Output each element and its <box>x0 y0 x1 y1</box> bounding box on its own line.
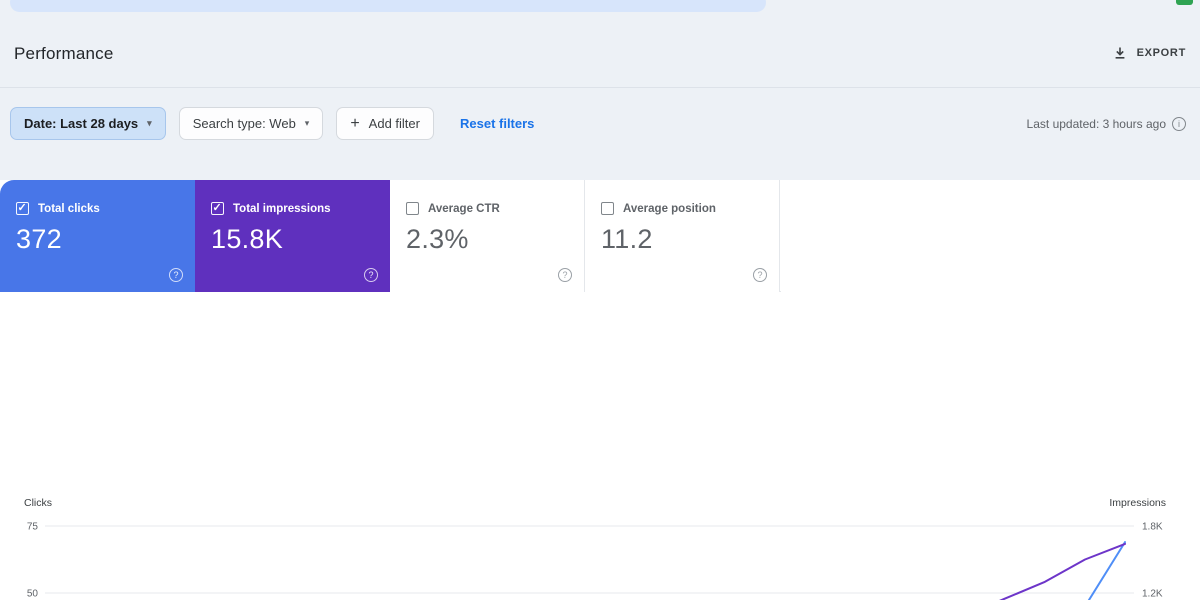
metric-value: 372 <box>16 224 62 254</box>
metric-card-average-position[interactable]: Average position 11.2 <box>585 180 780 292</box>
metric-label: Average CTR <box>428 202 500 215</box>
header-divider <box>0 87 1200 88</box>
performance-page: Performance EXPORT Date: Last 28 days ▾ … <box>0 0 1200 600</box>
svg-text:50: 50 <box>27 589 39 600</box>
card-label-row: Average CTR <box>406 202 568 215</box>
svg-text:75: 75 <box>27 522 39 533</box>
svg-text:Clicks: Clicks <box>24 497 52 509</box>
performance-chart-area: 0025600501.2K751.8KClicksImpressions11/1… <box>0 490 1200 600</box>
add-filter-button[interactable]: Add filter <box>336 107 434 140</box>
help-icon[interactable] <box>364 268 378 282</box>
help-icon[interactable] <box>558 268 572 282</box>
export-button[interactable]: EXPORT <box>1113 46 1186 60</box>
card-label-row: Average position <box>601 202 763 215</box>
chevron-down-icon: ▾ <box>304 118 310 128</box>
search-type-label: Search type: Web <box>192 116 296 131</box>
total-clicks-checkbox[interactable] <box>16 201 29 215</box>
metric-value: 2.3% <box>406 224 469 254</box>
page-header: Performance EXPORT Date: Last 28 days ▾ … <box>0 0 1200 180</box>
download-icon <box>1113 46 1127 60</box>
date-filter-label: Date: Last 28 days <box>24 116 139 131</box>
card-label-row: Total clicks <box>16 201 179 215</box>
metric-value: 15.8K <box>211 224 284 254</box>
metric-label: Total impressions <box>233 202 331 215</box>
page-title: Performance <box>14 44 114 63</box>
performance-chart[interactable]: 0025600501.2K751.8KClicksImpressions11/1… <box>0 490 1200 600</box>
average-position-checkbox[interactable] <box>601 202 614 215</box>
card-label-row: Total impressions <box>211 201 374 215</box>
metric-label: Total clicks <box>38 202 100 215</box>
help-icon[interactable] <box>753 268 767 282</box>
help-icon[interactable] <box>169 268 183 282</box>
svg-text:1.8K: 1.8K <box>1142 522 1163 533</box>
svg-text:Impressions: Impressions <box>1109 497 1166 509</box>
green-icon-fragment <box>1176 0 1193 5</box>
last-updated-status: Last updated: 3 hours ago <box>1026 116 1186 131</box>
search-type-filter-chip[interactable]: Search type: Web ▾ <box>178 107 324 140</box>
info-icon[interactable] <box>1172 116 1186 131</box>
content-sheet: Total clicks 372 Total impressions 15.8K… <box>0 180 1200 600</box>
top-bar-pill-fragment <box>10 0 766 12</box>
metric-cards-row: Total clicks 372 Total impressions 15.8K… <box>0 180 781 292</box>
last-updated-text: Last updated: 3 hours ago <box>1026 116 1166 131</box>
date-filter-chip[interactable]: Date: Last 28 days ▾ <box>10 107 166 140</box>
chevron-down-icon: ▾ <box>147 118 152 128</box>
filter-bar: Date: Last 28 days ▾ Search type: Web ▾ … <box>10 107 1186 140</box>
metric-label: Average position <box>623 202 716 215</box>
plus-icon <box>350 115 359 133</box>
metric-card-average-ctr[interactable]: Average CTR 2.3% <box>390 180 585 292</box>
reset-filters-link[interactable]: Reset filters <box>460 116 534 131</box>
svg-text:1.2K: 1.2K <box>1142 589 1163 600</box>
export-label: EXPORT <box>1136 47 1186 59</box>
add-filter-label: Add filter <box>368 116 420 131</box>
metric-card-total-clicks[interactable]: Total clicks 372 <box>0 180 195 292</box>
metric-value: 11.2 <box>601 224 653 254</box>
metric-card-total-impressions[interactable]: Total impressions 15.8K <box>195 180 390 292</box>
average-ctr-checkbox[interactable] <box>406 202 419 215</box>
total-impressions-checkbox[interactable] <box>211 201 224 215</box>
